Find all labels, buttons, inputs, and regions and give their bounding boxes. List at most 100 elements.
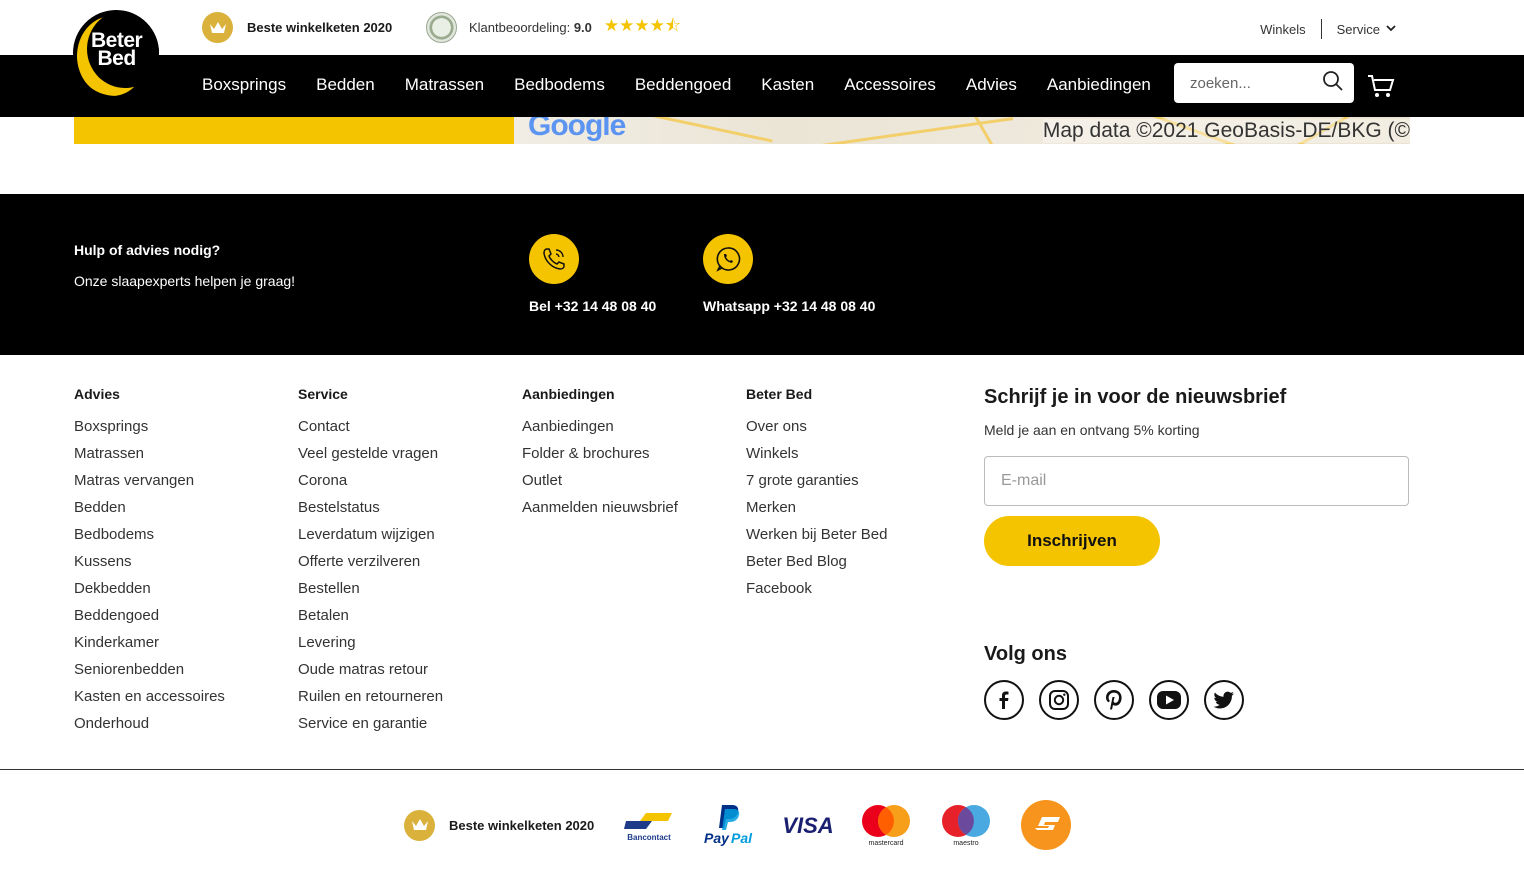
social-icons (984, 680, 1244, 720)
crown-icon (404, 809, 435, 841)
footer-link[interactable]: Levering (298, 629, 443, 656)
top-link-winkels[interactable]: Winkels (1260, 22, 1306, 37)
top-links-divider (1320, 19, 1322, 39)
footer-link[interactable]: Matras vervangen (74, 467, 225, 494)
footer-link[interactable]: Dekbedden (74, 575, 225, 602)
instagram-icon[interactable] (1039, 680, 1079, 720)
footer-link[interactable]: Bestelstatus (298, 494, 443, 521)
whatsapp-icon[interactable] (703, 234, 753, 284)
payment-strip: Beste winkelketen 2020 Bancontact Pay Pa… (404, 800, 1072, 850)
visa-text: VISA (783, 813, 834, 837)
footer-link[interactable]: Over ons (746, 413, 887, 440)
call-contact[interactable]: Bel +32 14 48 08 40 (529, 234, 656, 314)
footer-link[interactable]: Kinderkamer (74, 629, 225, 656)
footer-link[interactable]: Bedden (74, 494, 225, 521)
footer-link[interactable]: Outlet (522, 467, 678, 494)
crown-icon (202, 12, 233, 43)
beter-bed-logo[interactable]: Beter Bed (73, 10, 159, 96)
facebook-icon[interactable] (984, 680, 1024, 720)
twitter-icon[interactable] (1204, 680, 1244, 720)
footer-link[interactable]: Aanbiedingen (522, 413, 678, 440)
pinterest-icon[interactable] (1094, 680, 1134, 720)
top-links: Winkels Service (1260, 19, 1396, 39)
rating-seal-icon (426, 12, 457, 43)
top-link-service[interactable]: Service (1337, 22, 1380, 37)
footer-link[interactable]: Kasten en accessoires (74, 683, 225, 710)
google-letters: Google (528, 117, 626, 142)
footer-link[interactable]: Beddengoed (74, 602, 225, 629)
rating-text: Klantbeoordeling: 9.0 (469, 20, 592, 35)
footer-col-beter-bed: Beter Bed Over ons Winkels 7 grote garan… (746, 386, 887, 602)
footer-link[interactable]: Service en garantie (298, 710, 443, 737)
footer-link[interactable]: Contact (298, 413, 443, 440)
nav-item-aanbiedingen[interactable]: Aanbiedingen (1047, 75, 1151, 95)
footer-link[interactable]: Corona (298, 467, 443, 494)
store-map[interactable]: Google Map data ©2021 GeoBasis-DE/BKG (© (514, 117, 1410, 144)
whatsapp-label[interactable]: Whatsapp +32 14 48 08 40 (703, 298, 875, 314)
footer-col-service: Service Contact Veel gestelde vragen Cor… (298, 386, 443, 737)
footer-link[interactable]: Bedbodems (74, 521, 225, 548)
nav-item-bedden[interactable]: Bedden (316, 75, 375, 95)
search-input[interactable] (1190, 74, 1315, 92)
nav-item-matrassen[interactable]: Matrassen (405, 75, 484, 95)
footer-link[interactable]: Onderhoud (74, 710, 225, 737)
footer-link[interactable]: Bestellen (298, 575, 443, 602)
newsletter-subtitle: Meld je aan en ontvang 5% korting (984, 422, 1200, 438)
footer-link[interactable]: Oude matras retour (298, 656, 443, 683)
call-label[interactable]: Bel +32 14 48 08 40 (529, 298, 656, 314)
whatsapp-contact[interactable]: Whatsapp +32 14 48 08 40 (703, 234, 875, 314)
help-title: Hulp of advies nodig? (74, 242, 221, 258)
follow-title: Volg ons (984, 643, 1067, 665)
mastercard-logo: mastercard (860, 803, 912, 847)
footer-link[interactable]: Boxsprings (74, 413, 225, 440)
bottom-award-text: Beste winkelketen 2020 (449, 817, 595, 833)
store-info-strip (74, 117, 514, 144)
footer-link[interactable]: Merken (746, 494, 887, 521)
chevron-down-icon[interactable] (1386, 23, 1396, 35)
footer-link[interactable]: Seniorenbedden (74, 656, 225, 683)
paypal-logo: Pay Pal (702, 803, 754, 847)
search-icon[interactable] (1322, 70, 1344, 97)
footer-col-title: Service (298, 386, 348, 402)
mastercard-text: mastercard (869, 840, 904, 847)
award-badge: Beste winkelketen 2020 (202, 12, 392, 43)
footer-link[interactable]: Facebook (746, 575, 887, 602)
social-follow: Volg ons (984, 643, 1244, 720)
search-box (1174, 63, 1354, 103)
nav-item-advies[interactable]: Advies (966, 75, 1017, 95)
youtube-icon[interactable] (1149, 680, 1189, 720)
nav-item-accessoires[interactable]: Accessoires (844, 75, 936, 95)
nav-item-kasten[interactable]: Kasten (761, 75, 814, 95)
cart-icon[interactable] (1367, 74, 1395, 103)
footer-link[interactable]: 7 grote garanties (746, 467, 887, 494)
footer-link[interactable]: Folder & brochures (522, 440, 678, 467)
footer-link[interactable]: Winkels (746, 440, 887, 467)
footer-link[interactable]: Veel gestelde vragen (298, 440, 443, 467)
footer-link[interactable]: Matrassen (74, 440, 225, 467)
nav-item-beddengoed[interactable]: Beddengoed (635, 75, 731, 95)
footer-col-title: Beter Bed (746, 386, 813, 402)
footer-link[interactable]: Ruilen en retourneren (298, 683, 443, 710)
map-road (635, 117, 773, 143)
google-logo: Google (528, 117, 626, 143)
footer-link[interactable]: Leverdatum wijzigen (298, 521, 443, 548)
footer-col-title: Aanbiedingen (522, 386, 615, 402)
rating-label: Klantbeoordeling: (469, 20, 571, 35)
rating-stars-icon: ★★★★⯪ (603, 16, 681, 35)
footer-link[interactable]: Werken bij Beter Bed (746, 521, 887, 548)
phone-icon[interactable] (529, 234, 579, 284)
customer-rating[interactable]: Klantbeoordeling: 9.0 ★★★★⯪ (426, 12, 681, 43)
footer-col-aanbiedingen: Aanbiedingen Aanbiedingen Folder & broch… (522, 386, 678, 521)
footer-link[interactable]: Offerte verzilveren (298, 548, 443, 575)
footer-link[interactable]: Aanmelden nieuwsbrief (522, 494, 678, 521)
email-field[interactable] (984, 456, 1409, 506)
subscribe-button[interactable]: Inschrijven (984, 516, 1160, 566)
footer-link[interactable]: Betalen (298, 602, 443, 629)
nav-item-boxsprings[interactable]: Boxsprings (202, 75, 286, 95)
nav-menu: Boxsprings Bedden Matrassen Bedbodems Be… (202, 75, 1181, 95)
footer-col-advies: Advies Boxsprings Matrassen Matras verva… (74, 386, 225, 737)
sofort-logo (1020, 799, 1072, 851)
nav-item-bedbodems[interactable]: Bedbodems (514, 75, 605, 95)
footer-link[interactable]: Beter Bed Blog (746, 548, 887, 575)
footer-link[interactable]: Kussens (74, 548, 225, 575)
